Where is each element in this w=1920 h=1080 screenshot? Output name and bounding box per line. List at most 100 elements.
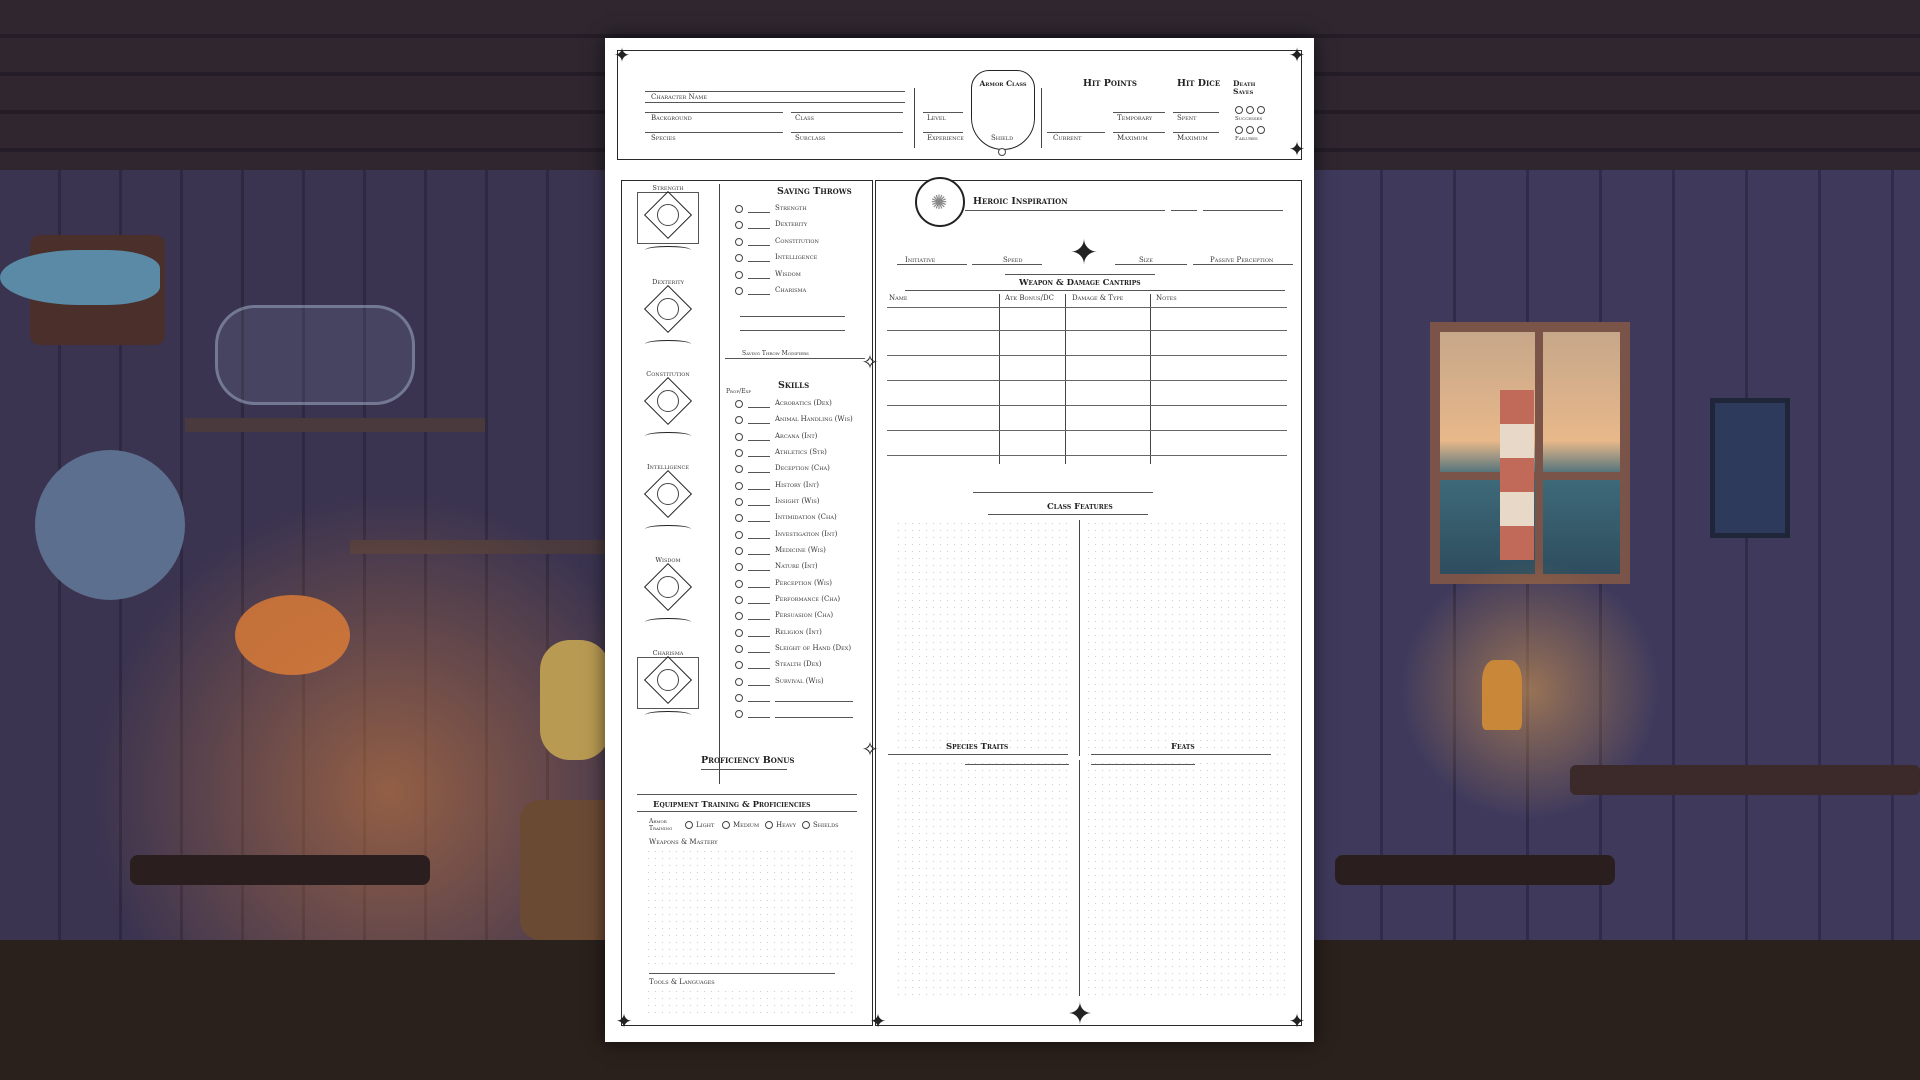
level-field[interactable] bbox=[923, 112, 963, 113]
ability-intelligence[interactable]: Intelligence bbox=[627, 463, 709, 537]
subclass-label: Subclass bbox=[795, 134, 826, 142]
proficiency-bonus-label: Proficiency Bonus bbox=[701, 755, 795, 766]
size-label: Size bbox=[1139, 256, 1153, 264]
prof-exp-label: Prof/Exp bbox=[726, 388, 752, 395]
weapons-mastery-label: Weapons & Mastery bbox=[649, 838, 718, 846]
level-label: Level bbox=[927, 114, 946, 122]
character-name-field[interactable] bbox=[645, 91, 905, 92]
tools-languages-label: Tools & Languages bbox=[649, 978, 715, 986]
corner-ornament-icon: ✦ bbox=[615, 1009, 633, 1033]
corner-ornament-icon: ✦ bbox=[869, 1009, 887, 1033]
lighthouse bbox=[1500, 390, 1534, 560]
hit-dice-label: Hit Dice bbox=[1177, 78, 1221, 89]
class-label: Class bbox=[795, 114, 815, 122]
ability-dexterity[interactable]: Dexterity bbox=[627, 278, 709, 352]
armor-medium-label: Medium bbox=[733, 821, 760, 829]
header-frame bbox=[617, 50, 1302, 160]
death-save-failure-2[interactable] bbox=[1246, 126, 1254, 134]
armor-light-label: Light bbox=[696, 821, 715, 829]
ability-charisma[interactable]: Charisma bbox=[627, 649, 709, 723]
armor-class-label: Armor Class bbox=[979, 79, 1027, 88]
armor-training-label: Armor Training bbox=[649, 818, 673, 832]
armor-shields-checkbox[interactable] bbox=[802, 821, 810, 829]
spent-field[interactable] bbox=[1173, 112, 1219, 113]
column-header-notes: Notes bbox=[1156, 294, 1177, 302]
feats-title: Feats bbox=[1171, 742, 1195, 752]
class-features-area-left[interactable] bbox=[895, 520, 1073, 756]
corner-ornament-icon: ✦ bbox=[1288, 1009, 1306, 1033]
speed-field[interactable] bbox=[972, 264, 1042, 265]
wall-frame bbox=[1710, 398, 1790, 538]
chair-back-right bbox=[1335, 855, 1615, 885]
passive-perception-field[interactable] bbox=[1193, 264, 1293, 265]
saving-throws-title: Saving Throws bbox=[777, 186, 852, 197]
armor-medium-checkbox[interactable] bbox=[722, 821, 730, 829]
shield-label: Shield bbox=[991, 134, 1014, 142]
species-field[interactable] bbox=[645, 132, 783, 133]
ability-constitution[interactable]: Constitution bbox=[627, 370, 709, 444]
corner-ornament-icon: ✦ bbox=[613, 43, 631, 67]
oil-lamp bbox=[1482, 660, 1522, 730]
hit-dice-maximum-field[interactable] bbox=[1173, 132, 1219, 133]
weapons-mastery-area[interactable] bbox=[645, 848, 855, 968]
background-field[interactable] bbox=[645, 112, 783, 113]
experience-label: Experience bbox=[927, 134, 964, 142]
weapons-table-title: Weapon & Damage Cantrips bbox=[1019, 278, 1141, 288]
death-saves-label: Death Saves bbox=[1233, 79, 1256, 96]
death-save-success-3[interactable] bbox=[1257, 106, 1265, 114]
failures-label: Failures bbox=[1235, 136, 1258, 142]
death-save-failure-3[interactable] bbox=[1257, 126, 1265, 134]
current-hp-field[interactable] bbox=[1047, 132, 1105, 133]
shield-checkbox[interactable] bbox=[998, 148, 1006, 156]
compass-star-icon: ✦ bbox=[1069, 233, 1099, 273]
armor-light-checkbox[interactable] bbox=[685, 821, 693, 829]
death-save-failure-1[interactable] bbox=[1235, 126, 1243, 134]
speed-label: Speed bbox=[1003, 256, 1023, 264]
passive-perception-label: Passive Perception bbox=[1210, 256, 1274, 264]
temporary-hp-label: Temporary bbox=[1117, 114, 1153, 122]
hit-dice-maximum-label: Maximum bbox=[1177, 134, 1208, 142]
spent-label: Spent bbox=[1177, 114, 1197, 122]
equipment-title: Equipment Training & Proficiencies bbox=[653, 800, 811, 810]
skills-list: Acrobatics (Dex) Animal Handling (Wis) A… bbox=[735, 398, 865, 728]
saving-throws-list: Strength Dexterity Constitution Intellig… bbox=[735, 203, 865, 295]
ship-in-bottle bbox=[215, 305, 415, 405]
ability-strength[interactable]: Strength bbox=[627, 184, 709, 258]
tools-languages-area[interactable] bbox=[645, 988, 855, 1018]
maximum-hp-field[interactable] bbox=[1113, 132, 1165, 133]
class-features-title: Class Features bbox=[1047, 502, 1113, 512]
feats-area[interactable] bbox=[1085, 760, 1285, 996]
experience-field[interactable] bbox=[923, 132, 963, 133]
species-traits-title: Species Traits bbox=[946, 742, 1009, 752]
bottom-star-ornament-icon: ✦ bbox=[1067, 997, 1093, 1032]
species-traits-area[interactable] bbox=[895, 760, 1073, 996]
character-sheet: ✦ ✦ ✦ Character Name Background Class Sp… bbox=[605, 38, 1314, 1042]
initiative-field[interactable] bbox=[897, 264, 967, 265]
death-save-success-2[interactable] bbox=[1246, 106, 1254, 114]
round-table bbox=[1570, 765, 1920, 795]
weapons-table: Name Atk Bonus/DC Damage & Type Notes bbox=[887, 294, 1287, 464]
heroic-inspiration-star-icon: ✺ bbox=[930, 190, 948, 214]
wall-shelf bbox=[185, 418, 485, 432]
species-label: Species bbox=[651, 134, 676, 142]
successes-label: Successes bbox=[1235, 116, 1263, 122]
temporary-hp-field[interactable] bbox=[1113, 112, 1165, 113]
maximum-hp-label: Maximum bbox=[1117, 134, 1148, 142]
armor-heavy-label: Heavy bbox=[776, 821, 797, 829]
armor-shields-label: Shields bbox=[813, 821, 839, 829]
lantern bbox=[540, 640, 610, 760]
hit-points-label: Hit Points bbox=[1083, 78, 1137, 89]
class-features-area-right[interactable] bbox=[1085, 520, 1285, 756]
ability-wisdom[interactable]: Wisdom bbox=[627, 556, 709, 630]
class-field[interactable] bbox=[791, 112, 903, 113]
armor-heavy-checkbox[interactable] bbox=[765, 821, 773, 829]
current-hp-label: Current bbox=[1053, 134, 1082, 142]
corner-ornament-icon: ✦ bbox=[1288, 137, 1306, 161]
background-label: Background bbox=[651, 114, 692, 122]
death-save-success-1[interactable] bbox=[1235, 106, 1243, 114]
heroic-inspiration-label: Heroic Inspiration bbox=[973, 196, 1068, 207]
column-header-name: Name bbox=[889, 294, 908, 302]
subclass-field[interactable] bbox=[791, 132, 903, 133]
saving-throw-modifiers-field[interactable] bbox=[740, 316, 845, 317]
size-field[interactable] bbox=[1115, 264, 1187, 265]
